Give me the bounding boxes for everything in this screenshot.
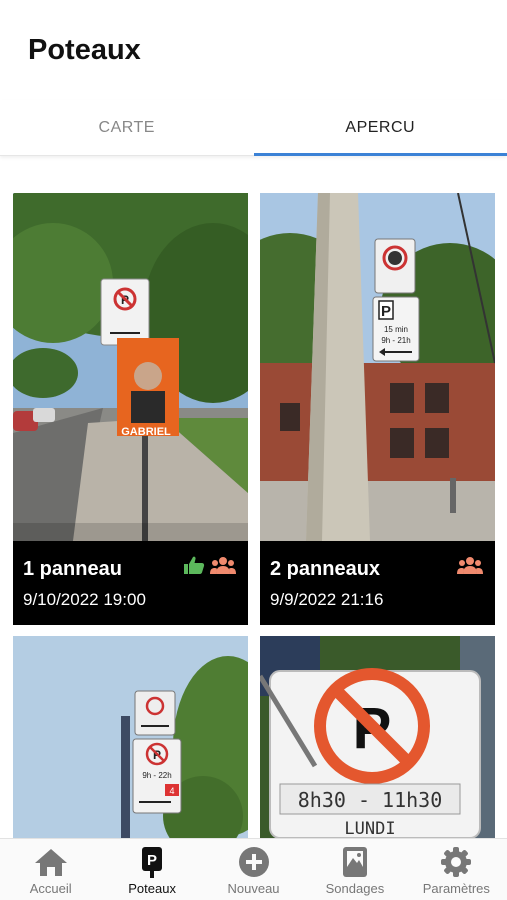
group-icon [210,555,236,580]
image-survey-icon [337,845,373,879]
sign-count: 2 panneaux [270,558,381,580]
pole-sign-icon: P [134,845,170,879]
pole-grid: P GABRIEL 1 panneau 9/10/2022 19:00 [13,193,495,838]
nav-parametres[interactable]: Paramètres [406,839,507,900]
group-icon [457,555,483,580]
sign-letter: P [381,303,391,320]
app-screen: Poteaux CARTE APERCU GABRIEL 1 panneau 9… [0,0,507,900]
bottom-navigation: Accueil P Poteaux Nouveau Sondages Param… [0,838,507,900]
pole-card[interactable]: P GABRIEL 1 panneau 9/10/2022 19:00 [13,193,248,625]
sign-text: 15 min [384,325,408,334]
nav-nouveau[interactable]: Nouveau [203,839,304,900]
svg-text:P: P [147,852,157,869]
pole-photo: P GABRIEL [13,193,248,541]
pole-photo: P 9h - 22h 4 [13,636,248,838]
sign-text: 9h - 21h [381,336,410,345]
thumbs-up-icon [182,555,206,580]
sign-count: 1 panneau [23,558,122,580]
nav-sondages[interactable]: Sondages [304,839,405,900]
pole-photo: P 8h30 - 11h30 LUNDI [260,636,495,838]
sign-text: 8h30 - 11h30 [298,788,443,812]
sign-badge: 4 [169,786,174,796]
add-circle-icon [236,845,272,879]
tab-apercu[interactable]: APERCU [253,100,507,156]
tab-bar: CARTE APERCU [0,100,507,156]
page-title: Poteaux [28,34,141,66]
nav-accueil[interactable]: Accueil [0,839,101,900]
gear-icon [438,845,474,879]
sign-text: 9h - 22h [142,771,171,780]
card-date: 9/9/2022 21:16 [270,590,384,609]
sign-text: LUNDI [344,819,395,838]
pole-card[interactable]: P 9h - 22h 4 [13,636,248,838]
pole-photo: P 15 min 9h - 21h [260,193,495,541]
poster-text: GABRIEL [121,426,171,438]
nav-poteaux[interactable]: P Poteaux [101,839,202,900]
tab-carte[interactable]: CARTE [0,100,254,155]
home-icon [33,845,69,879]
pole-card[interactable]: P 8h30 - 11h30 LUNDI [260,636,495,838]
pole-card[interactable]: P 15 min 9h - 21h 2 panneaux 9/9/2022 21… [260,193,495,625]
card-caption: 2 panneaux 9/9/2022 21:16 [260,541,495,625]
card-caption: 1 panneau 9/10/2022 19:00 [13,541,248,625]
card-date: 9/10/2022 19:00 [23,590,146,609]
